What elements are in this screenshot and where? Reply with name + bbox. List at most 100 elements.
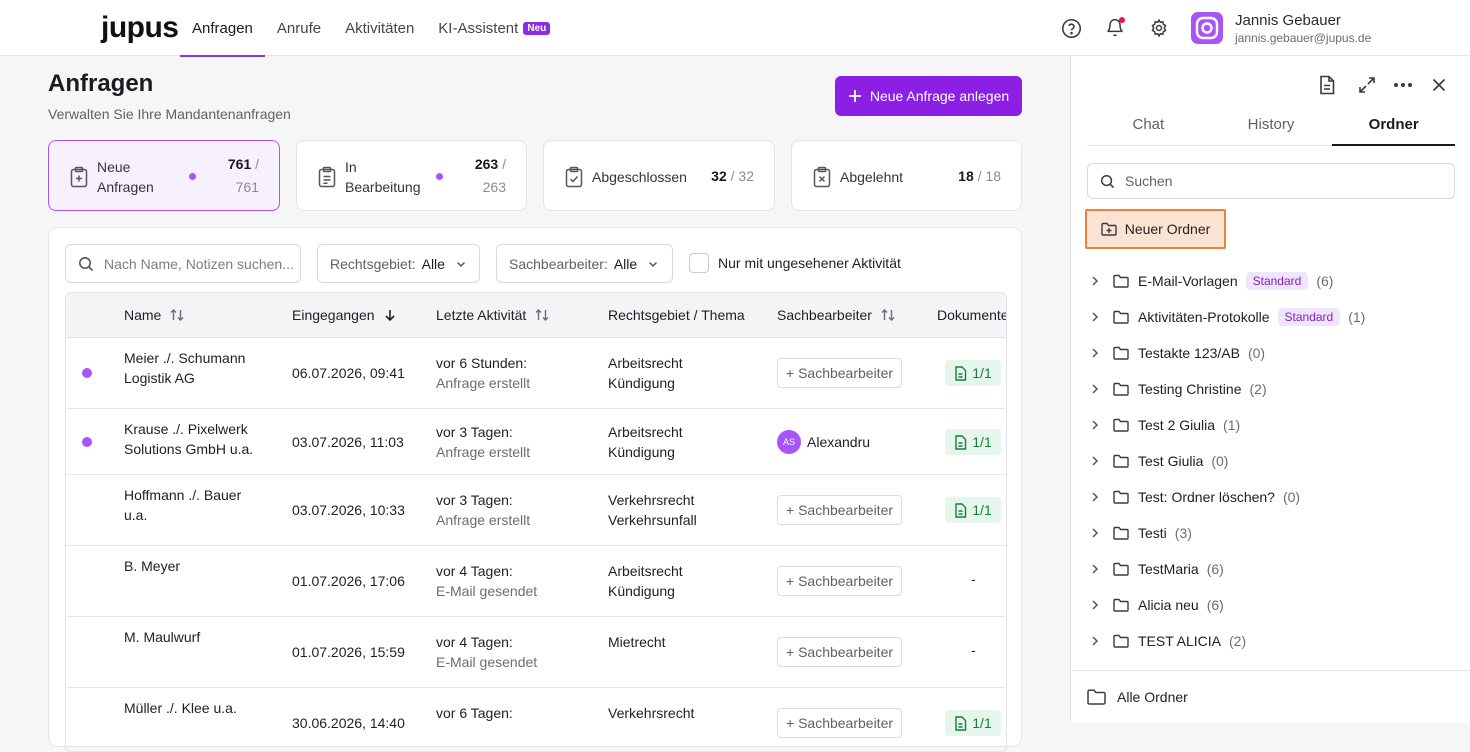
col-name-label: Name: [124, 307, 162, 323]
folder-item[interactable]: TEST ALICIA (2): [1087, 623, 1455, 659]
plus-icon: [848, 90, 861, 102]
stat-neue-anfragen[interactable]: Neue Anfragen 761 /761: [48, 140, 280, 211]
new-folder-button[interactable]: Neuer Ordner: [1085, 209, 1226, 249]
assignee-name[interactable]: Alexandru: [807, 432, 870, 452]
sort-icon: [535, 309, 549, 321]
col-received[interactable]: Eingegangen: [292, 307, 397, 323]
nav-aktivitaeten-label: Aktivitäten: [345, 19, 415, 37]
chevron-right-icon[interactable]: [1087, 311, 1103, 323]
folder-item[interactable]: Testakte 123/AB (0): [1087, 335, 1455, 371]
unseen-checkbox[interactable]: [689, 253, 709, 273]
row-topic: Verkehrsunfall: [608, 512, 697, 528]
folder-count: (6): [1206, 561, 1224, 577]
nav-anfragen[interactable]: Anfragen: [180, 0, 265, 57]
folder-item[interactable]: Test Giulia (0): [1087, 443, 1455, 479]
chevron-right-icon[interactable]: [1087, 275, 1103, 287]
bell-icon[interactable]: [1104, 17, 1126, 39]
folder-item[interactable]: Testing Christine (2): [1087, 371, 1455, 407]
sachbearbeiter-filter[interactable]: Sachbearbeiter: Alle: [496, 244, 673, 283]
folder-search-input[interactable]: [1125, 173, 1445, 189]
chevron-right-icon[interactable]: [1087, 527, 1103, 539]
col-area: Rechtsgebiet / Thema: [608, 307, 745, 323]
documents-chip[interactable]: 1/1: [945, 429, 1001, 455]
stat-in-bearbeitung[interactable]: In Bearbeitung 263 /263: [296, 140, 527, 211]
tab-ordner[interactable]: Ordner: [1332, 104, 1455, 146]
folder-item[interactable]: Test 2 Giulia (1): [1087, 407, 1455, 443]
avatar[interactable]: [1191, 12, 1223, 44]
chevron-right-icon[interactable]: [1087, 383, 1103, 395]
col-assignee[interactable]: Sachbearbeiter: [777, 307, 896, 323]
nav-ki-assistent[interactable]: KI-Assistent Neu: [426, 0, 562, 56]
assign-button[interactable]: + Sachbearbeiter: [777, 637, 903, 667]
unseen-label: Nur mit ungesehener Aktivität: [718, 255, 901, 271]
folder-icon: [1113, 598, 1129, 612]
table-search[interactable]: [65, 244, 301, 283]
tab-chat[interactable]: Chat: [1087, 104, 1210, 145]
chevron-right-icon[interactable]: [1087, 563, 1103, 575]
assign-button[interactable]: + Sachbearbeiter: [777, 495, 903, 525]
rechtsgebiet-filter[interactable]: Rechtsgebiet: Alle: [317, 244, 480, 283]
all-folders-button[interactable]: Alle Ordner: [1071, 670, 1470, 723]
folder-item[interactable]: Alicia neu (6): [1087, 587, 1455, 623]
page-subtitle: Verwalten Sie Ihre Mandantenanfragen: [48, 106, 291, 122]
row-name: Meier ./. Schumann: [124, 350, 246, 366]
user-name[interactable]: Jannis Gebauer: [1235, 12, 1341, 29]
folder-item[interactable]: Test: Ordner löschen? (0): [1087, 479, 1455, 515]
folder-item[interactable]: E-Mail-Vorlagen Standard (6): [1087, 263, 1455, 299]
document-icon[interactable]: [1316, 74, 1338, 96]
folder-name: Test 2 Giulia: [1138, 417, 1216, 433]
table-row[interactable]: Meier ./. Schumann Logistik AG 06.07.2026…: [66, 338, 1006, 409]
folder-icon: [1113, 310, 1129, 324]
documents-chip[interactable]: 1/1: [945, 497, 1001, 523]
chevron-right-icon[interactable]: [1087, 491, 1103, 503]
col-received-label: Eingegangen: [292, 307, 375, 323]
new-request-button[interactable]: Neue Anfrage anlegen: [835, 76, 1022, 116]
col-last-activity[interactable]: Letzte Aktivität: [436, 307, 550, 323]
documents-chip[interactable]: 1/1: [945, 710, 1001, 736]
search-input[interactable]: [104, 255, 294, 272]
table-header: Name Eingegangen Letzte Aktivität Rechts…: [66, 293, 1007, 338]
chevron-right-icon[interactable]: [1087, 635, 1103, 647]
col-name[interactable]: Name: [124, 307, 185, 323]
row-activity-time: vor 6 Stunden:: [436, 355, 528, 371]
folder-search[interactable]: [1087, 163, 1455, 199]
col-documents-label: Dokumente: [937, 307, 1007, 323]
gear-icon[interactable]: [1148, 17, 1170, 39]
chevron-right-icon[interactable]: [1087, 419, 1103, 431]
document-icon: [955, 365, 967, 381]
nav-anrufe[interactable]: Anrufe: [265, 0, 333, 56]
table-row[interactable]: Müller ./. Klee u.a. 30.06.2026, 14:40 v…: [66, 688, 1006, 751]
row-name: M. Maulwurf: [124, 629, 201, 645]
chevron-right-icon[interactable]: [1087, 455, 1103, 467]
assign-button[interactable]: + Sachbearbeiter: [777, 358, 903, 388]
chevron-right-icon[interactable]: [1087, 599, 1103, 611]
logo[interactable]: jupus: [101, 11, 179, 45]
expand-icon[interactable]: [1356, 74, 1378, 96]
help-icon[interactable]: [1060, 17, 1082, 39]
unseen-filter[interactable]: Nur mit ungesehener Aktivität: [689, 253, 901, 273]
table-row[interactable]: M. Maulwurf 01.07.2026, 15:59 vor 4 Tage…: [66, 617, 1006, 688]
folder-item[interactable]: Testi (3): [1087, 515, 1455, 551]
documents-chip[interactable]: 1/1: [945, 360, 1001, 386]
table-row[interactable]: Hoffmann ./. Bauer u.a. 03.07.2026, 10:33…: [66, 475, 1006, 546]
nav-aktivitaeten[interactable]: Aktivitäten: [333, 0, 426, 56]
tab-history-label: History: [1247, 116, 1295, 133]
stat-abgeschlossen[interactable]: Abgeschlossen 32 / 32: [543, 140, 775, 211]
row-received: 01.07.2026, 15:59: [292, 644, 405, 660]
tab-history[interactable]: History: [1210, 104, 1333, 145]
folder-count: (0): [1247, 345, 1266, 361]
table-row[interactable]: Krause ./. Pixelwerk Solutions GmbH u.a. …: [66, 409, 1006, 475]
stat-abgelehnt[interactable]: Abgelehnt 18 / 18: [791, 140, 1022, 211]
table-row[interactable]: B. Meyer 01.07.2026, 17:06 vor 4 Tagen: E…: [66, 546, 1006, 617]
document-icon: [955, 715, 967, 731]
assign-button[interactable]: + Sachbearbeiter: [777, 566, 903, 596]
close-icon[interactable]: [1428, 74, 1450, 96]
chevron-right-icon[interactable]: [1087, 347, 1103, 359]
nav-anrufe-label: Anrufe: [276, 19, 322, 37]
new-request-label: Neue Anfrage anlegen: [869, 88, 1010, 104]
assign-button[interactable]: + Sachbearbeiter: [777, 708, 903, 738]
more-icon[interactable]: [1392, 74, 1414, 96]
folder-item[interactable]: TestMaria (6): [1087, 551, 1455, 587]
folder-item[interactable]: Aktivitäten-Protokolle Standard (1): [1087, 299, 1455, 335]
folder-name: Test: Ordner löschen?: [1138, 489, 1275, 505]
